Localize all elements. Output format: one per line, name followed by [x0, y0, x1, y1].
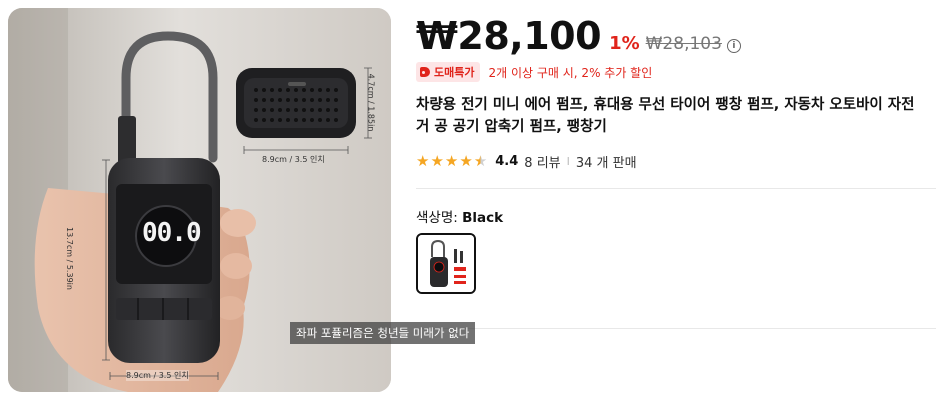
- divider: [416, 188, 936, 189]
- caption-overlay: 좌파 포퓰리즘은 청년들 미래가 없다: [290, 322, 476, 344]
- tag-icon: [420, 67, 430, 77]
- bulk-discount-text: 2개 이상 구매 시, 2% 추가 할인: [488, 65, 653, 80]
- dimension-label-width-top: 8.9cm / 3.5 인치: [262, 155, 325, 164]
- star-rating: ★ ★ ★ ★ ★: [416, 154, 487, 169]
- current-price: ₩28,100: [416, 14, 602, 58]
- dimension-label-height: 13.7cm / 5.39in: [64, 227, 74, 290]
- wholesale-badge: 도매특가: [416, 62, 481, 82]
- star-icon: ★: [444, 152, 459, 170]
- promo-row: 도매특가 2개 이상 구매 시, 2% 추가 할인: [416, 62, 652, 82]
- pump-display-digits: 00.0: [142, 218, 202, 248]
- dimension-label-width-bottom: 8.9cm / 3.5 인치: [126, 370, 189, 381]
- separator: I: [566, 155, 570, 168]
- divider: [416, 328, 936, 329]
- star-icon: ★: [430, 152, 444, 170]
- star-icon: ★: [416, 152, 430, 170]
- color-value: Black: [462, 210, 504, 226]
- color-option-black[interactable]: [416, 233, 476, 294]
- color-label: 색상명: Black: [416, 206, 503, 226]
- dimension-label-side: 4.7cm / 1.85in: [366, 73, 376, 132]
- wholesale-badge-label: 도매특가: [434, 66, 475, 79]
- star-icon: ★: [459, 152, 473, 170]
- discount-percent: 1%: [609, 33, 640, 54]
- info-icon[interactable]: i: [726, 39, 741, 53]
- half-star-icon: ★: [473, 152, 488, 170]
- product-title: 차량용 전기 미니 에어 펌프, 휴대용 무선 타이어 팽창 펌프, 자동차 오…: [416, 97, 915, 135]
- product-info-panel: ₩28,100 1% ₩28,103 i 도매특가 2개 이상 구매 시, 2%…: [412, 0, 936, 402]
- rating-row[interactable]: ★ ★ ★ ★ ★ 4.4 8 리뷰 I 34 개 판매: [416, 152, 637, 172]
- sold-count: 34 개 판매: [575, 156, 637, 171]
- review-count[interactable]: 8 리뷰: [524, 152, 560, 171]
- original-price: ₩28,103: [645, 34, 722, 54]
- rating-score: 4.4: [495, 154, 519, 169]
- color-label-prefix: 색상명:: [416, 210, 463, 226]
- price-row: ₩28,100 1% ₩28,103 i: [416, 14, 741, 58]
